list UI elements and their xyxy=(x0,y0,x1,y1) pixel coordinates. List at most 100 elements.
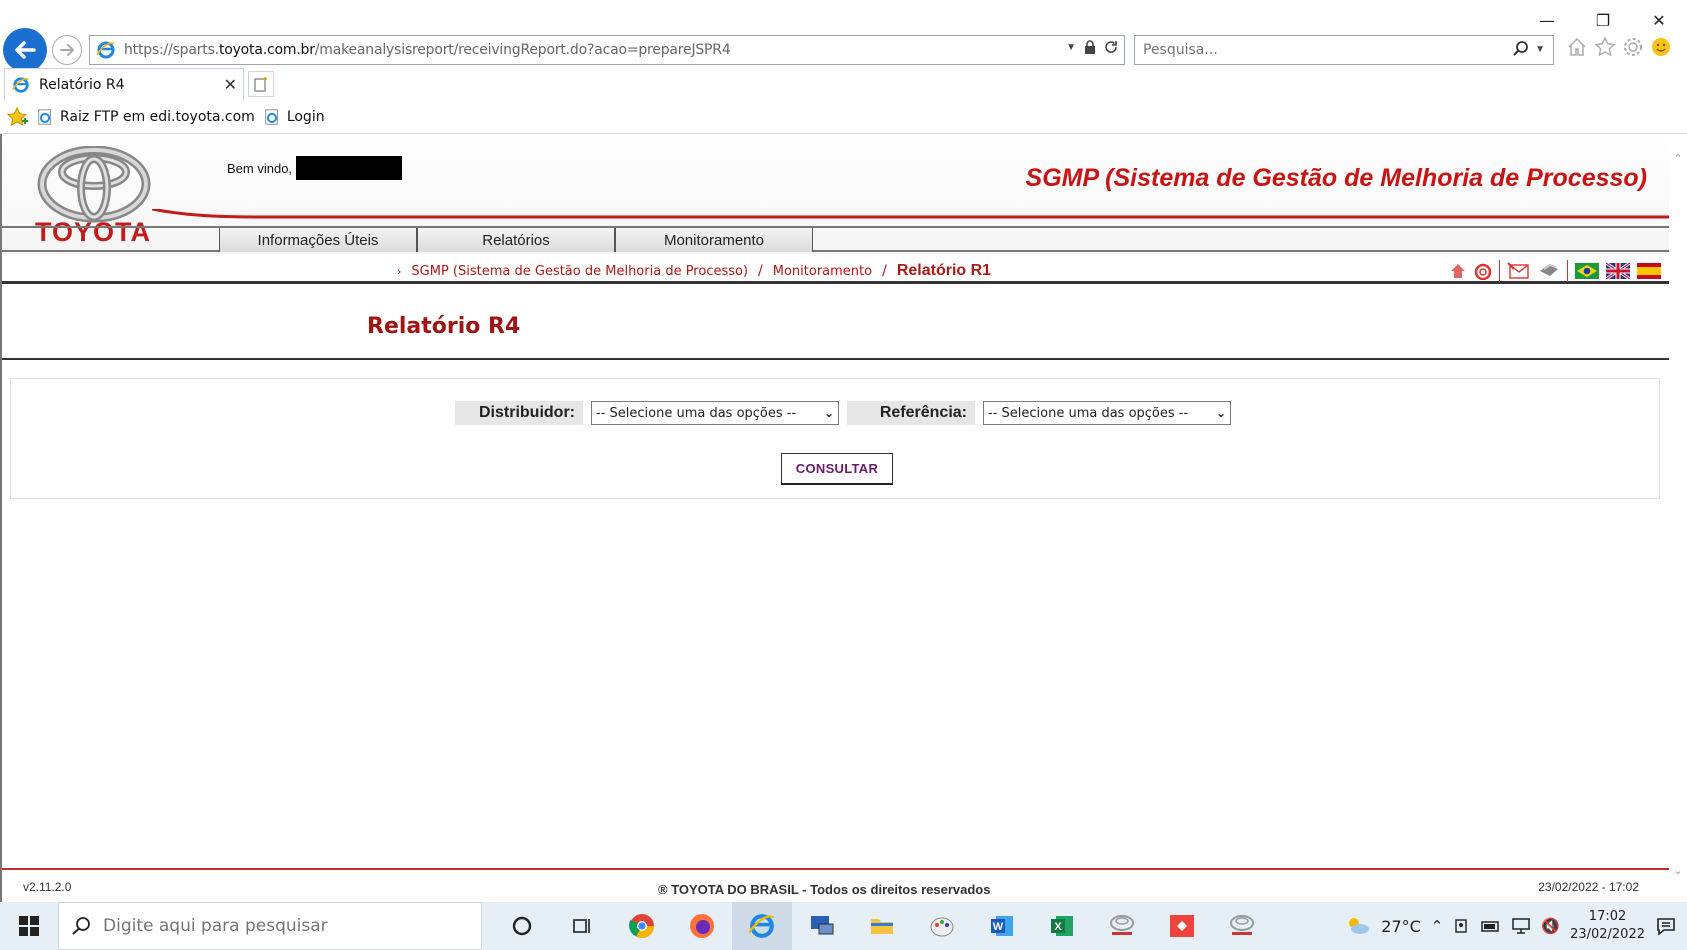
url-text[interactable]: https://sparts.toyota.com.br/makeanalysi… xyxy=(124,42,731,58)
back-button[interactable] xyxy=(3,28,47,72)
browser-search-input[interactable] xyxy=(1143,42,1483,58)
breadcrumb-row: › SGMP (Sistema de Gestão de Melhoria de… xyxy=(2,254,1669,284)
restore-button[interactable]: ❐ xyxy=(1575,0,1631,40)
tab-title: Relatório R4 xyxy=(39,76,125,93)
email-icon[interactable] xyxy=(1507,261,1531,281)
weather-icon[interactable] xyxy=(1345,915,1371,937)
scroll-up-icon[interactable]: ⌃ xyxy=(1670,152,1686,168)
taskbar-anydesk-app[interactable] xyxy=(1152,902,1212,950)
taskbar-search-input[interactable] xyxy=(103,916,463,936)
favorites-bar: Raiz FTP em edi.toyota.com Login xyxy=(0,100,1687,134)
word-icon: W xyxy=(991,916,1013,936)
menu-monitoramento[interactable]: Monitoramento xyxy=(615,228,813,252)
task-view-icon xyxy=(573,919,590,933)
network-icon[interactable] xyxy=(1511,917,1531,935)
taskbar-toyota-app-1[interactable] xyxy=(1092,902,1152,950)
task-view-button[interactable] xyxy=(552,902,612,950)
redacted-username xyxy=(296,156,403,180)
cortana-button[interactable] xyxy=(492,902,552,950)
filter-form: Distribuidor: -- Selecione uma das opçõe… xyxy=(10,378,1660,499)
settings-gear-icon[interactable] xyxy=(1622,36,1644,58)
taskbar-clock[interactable]: 17:02 23/02/2022 xyxy=(1570,908,1645,944)
browser-chrome: — ❐ ✕ https://sparts.toyota.com.br/makea… xyxy=(0,0,1687,134)
taskbar-search-box[interactable] xyxy=(58,902,482,950)
tab-relatorio-r4[interactable]: Relatório R4 ✕ xyxy=(4,68,244,100)
distribuidor-selected-value: -- Selecione uma das opções -- xyxy=(596,405,797,421)
taskbar-firefox-app[interactable] xyxy=(672,902,732,950)
svg-text:W: W xyxy=(993,921,1004,933)
show-hidden-icons[interactable]: ⌃ xyxy=(1431,917,1444,935)
menu-relatorios[interactable]: Relatórios xyxy=(417,228,615,252)
breadcrumb-item-sgmp[interactable]: SGMP (Sistema de Gestão de Melhoria de P… xyxy=(411,264,748,279)
menu-informacoes-uteis[interactable]: Informações Úteis xyxy=(219,228,417,252)
temperature[interactable]: 27°C xyxy=(1381,917,1421,936)
new-tab-icon xyxy=(254,77,267,92)
home-icon[interactable] xyxy=(1566,36,1588,58)
clock-date: 23/02/2022 xyxy=(1570,927,1645,942)
taskbar-remote-desktop-app[interactable] xyxy=(792,902,852,950)
search-icon xyxy=(72,917,90,935)
start-button[interactable] xyxy=(0,902,58,950)
home-page-icon[interactable] xyxy=(1449,262,1467,280)
taskbar-ie-app[interactable] xyxy=(732,902,792,950)
browser-search-box[interactable]: ▼ xyxy=(1134,35,1554,65)
new-tab-button[interactable] xyxy=(248,71,274,97)
forward-button[interactable] xyxy=(52,35,82,65)
close-tab-icon[interactable]: ✕ xyxy=(224,75,237,94)
meet-now-icon[interactable] xyxy=(1453,917,1471,935)
taskbar-toyota-app-2[interactable] xyxy=(1212,902,1272,950)
dropdown-arrow-icon[interactable]: ▼ xyxy=(1066,42,1076,53)
smiley-feedback-icon[interactable] xyxy=(1650,36,1672,58)
ie-page-small-icon xyxy=(265,108,278,125)
page-title-row: Relatório R4 xyxy=(2,298,1669,360)
internet-explorer-icon xyxy=(748,914,774,938)
favorite-login-link[interactable]: Login xyxy=(263,108,325,126)
taskbar-file-explorer-app[interactable] xyxy=(852,902,912,950)
back-arrow-icon xyxy=(15,41,36,59)
search-dropdown-icon[interactable]: ▼ xyxy=(1535,44,1545,55)
help-lifebuoy-icon[interactable] xyxy=(1474,262,1492,280)
folder-icon xyxy=(871,919,893,934)
refresh-icon[interactable] xyxy=(1104,40,1118,54)
utility-icons xyxy=(1449,260,1661,282)
windows-logo-icon xyxy=(19,916,39,936)
referencia-select[interactable]: -- Selecione uma das opções -- ⌄ xyxy=(983,401,1231,425)
distribuidor-select[interactable]: -- Selecione uma das opções -- ⌄ xyxy=(591,401,839,425)
taskbar-excel-app[interactable]: X xyxy=(1032,902,1092,950)
print-icon[interactable] xyxy=(1538,261,1560,281)
excel-icon: X xyxy=(1051,916,1073,936)
taskbar-apps: W X xyxy=(492,902,1272,950)
flag-spain-icon[interactable] xyxy=(1637,263,1661,279)
distribuidor-label: Distribuidor: xyxy=(455,401,583,425)
taskbar-chrome-app[interactable] xyxy=(612,902,672,950)
taskbar-word-app[interactable]: W xyxy=(972,902,1032,950)
close-window-button[interactable]: ✕ xyxy=(1631,0,1687,40)
page-title: Relatório R4 xyxy=(367,314,521,339)
notifications-icon[interactable] xyxy=(1655,915,1677,937)
toyota-app-icon xyxy=(1110,915,1134,935)
address-bar[interactable]: https://sparts.toyota.com.br/makeanalysi… xyxy=(89,35,1125,65)
scroll-down-icon[interactable]: ⌄ xyxy=(1670,864,1686,880)
toyota-app-icon xyxy=(1230,915,1254,935)
breadcrumb-arrow-icon: › xyxy=(397,264,402,278)
welcome-message: Bem vindo, xyxy=(227,156,403,180)
copyright-text: ® TOYOTA DO BRASIL - Todos os direitos r… xyxy=(658,882,991,897)
page-footer: v2.11.2.0 ® TOYOTA DO BRASIL - Todos os … xyxy=(2,868,1669,902)
favorites-add-icon[interactable] xyxy=(6,106,28,128)
favorite-ftp-link[interactable]: Raiz FTP em edi.toyota.com xyxy=(36,108,255,126)
flag-brazil-icon[interactable] xyxy=(1575,263,1599,279)
flag-uk-icon[interactable] xyxy=(1606,263,1630,279)
lock-icon[interactable] xyxy=(1084,40,1096,54)
breadcrumb: › SGMP (Sistema de Gestão de Melhoria de… xyxy=(397,258,991,284)
search-icon[interactable] xyxy=(1513,41,1529,57)
consultar-button[interactable]: CONSULTAR xyxy=(781,453,893,485)
volume-muted-icon[interactable]: 🔇 xyxy=(1541,917,1560,935)
system-tray: 27°C ⌃ 🔇 17:02 23/02/2022 xyxy=(1345,902,1687,950)
taskbar-paint-app[interactable] xyxy=(912,902,972,950)
favorites-star-icon[interactable] xyxy=(1594,36,1616,58)
battery-icon[interactable] xyxy=(1481,918,1501,934)
vertical-scrollbar[interactable]: ⌃ ⌄ xyxy=(1669,134,1687,902)
ie-page-icon xyxy=(96,40,116,60)
breadcrumb-item-monitoramento[interactable]: Monitoramento xyxy=(773,264,872,279)
minimize-button[interactable]: — xyxy=(1519,0,1575,40)
